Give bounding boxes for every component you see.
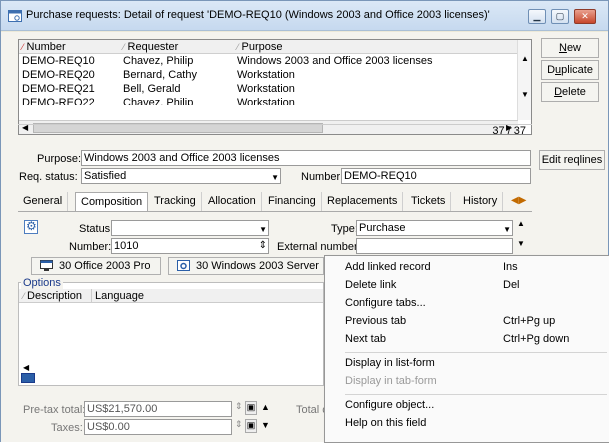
status-label: Status: [79,223,114,235]
app-window: Purchase requests: Detail of request 'DE… [0,0,609,443]
purpose-label: Purpose: [37,153,82,165]
list-status-bar: 37 / 37 [18,124,532,138]
chevron-down-icon: ▼ [271,173,279,182]
minimize-button[interactable]: ▁ [528,9,546,24]
menu-item-configure-tabs[interactable]: Configure tabs... [325,295,609,313]
tab-scroll-arrows[interactable]: ◀▶ [511,195,526,206]
menu-item-next-tab[interactable]: Next tab Ctrl+Pg down [325,331,609,349]
record-count: 37 / 37 [492,125,526,137]
tab-composition[interactable]: Composition [75,192,149,212]
table-row[interactable]: DEMO-REQ22 Chavez, Philip Workstation [19,97,518,105]
scroll-up-arrow[interactable]: ▲ [521,54,529,63]
taxes-down-arrow[interactable]: ▼ [261,420,270,430]
pretax-field: US$21,570.00 [84,401,232,417]
options-column-description[interactable]: ⁄ Description [23,290,82,302]
tab-general[interactable]: General [18,192,69,212]
delete-button[interactable]: Delete [541,82,599,102]
line-chip-office[interactable]: 30 Office 2003 Pro [31,257,161,275]
calculator-icon[interactable] [21,373,35,383]
edit-reqlines-button[interactable]: Edit reqlines [539,150,605,170]
gear-icon [177,260,190,271]
taxes-field: US$0.00 [84,419,232,435]
close-button[interactable]: ✕ [574,9,596,24]
monitor-icon [40,260,53,271]
req-status-label: Req. status: [19,171,78,183]
chevron-down-icon: ▼ [259,225,267,234]
number-label: Number: [301,171,344,183]
tab-financing[interactable]: Financing [263,192,322,212]
menu-item-delete-link[interactable]: Delete link Del [325,277,609,295]
composition-scroll-up-arrow[interactable]: ▲ [517,219,525,228]
menu-separator [345,352,607,353]
column-header-number[interactable]: ⁄ Number [22,41,66,53]
taxes-stepper-icon[interactable]: ⇕ [235,419,243,430]
options-group: ⁄ Description Language ◀ [18,282,324,386]
stepper-icon[interactable]: ⇕ [259,239,267,253]
menu-item-help-on-this-field[interactable]: Help on this field [325,415,609,433]
external-number-label: External number: [277,241,361,253]
line-chip-windows[interactable]: 30 Windows 2003 Server [168,257,324,275]
pretax-label: Pre-tax total: [23,404,86,416]
taxes-label: Taxes: [51,422,83,434]
composition-number-field[interactable]: 1010 ⇕ [111,238,269,254]
menu-item-display-in-tab-form: Display in tab-form [345,375,437,387]
menu-item-configure-object[interactable]: Configure object... [325,397,609,415]
new-button[interactable]: New [541,38,599,58]
context-menu: Add linked record Ins Delete link Del Co… [324,255,609,443]
table-row[interactable]: DEMO-REQ21 Bell, Gerald Workstation [19,83,518,96]
type-label: Type: [331,223,358,235]
currency-icon[interactable]: ▣ [245,401,257,415]
menu-item-previous-tab[interactable]: Previous tab Ctrl+Pg up [325,313,609,331]
composition-scroll-down-arrow[interactable]: ▼ [517,239,525,248]
options-legend: Options [21,277,63,289]
req-status-select[interactable]: Satisfied ▼ [81,168,281,184]
number-field[interactable]: DEMO-REQ10 [341,168,531,184]
table-row[interactable]: DEMO-REQ20 Bernard, Cathy Workstation [19,69,518,82]
list-header: ⁄ Number ⁄ Requester ⁄ Purpose [19,40,518,54]
menu-separator [345,394,607,395]
currency-stepper-icon[interactable]: ⇕ [235,401,243,412]
options-column-language[interactable]: Language [95,290,144,302]
column-header-purpose[interactable]: ⁄ Purpose [237,41,283,53]
options-header: ⁄ Description Language [19,289,323,303]
list-vertical-scrollbar[interactable]: ▲ ▼ [517,40,531,120]
maximize-button[interactable]: ▢ [551,9,569,24]
currency-icon[interactable]: ▣ [245,419,257,433]
table-row[interactable]: DEMO-REQ10 Chavez, Philip Windows 2003 a… [19,55,518,68]
tab-allocation[interactable]: Allocation [203,192,262,212]
composition-number-label: Number: [69,241,112,253]
tab-tracking[interactable]: Tracking [149,192,202,212]
type-select[interactable]: Purchase ▼ [356,220,513,236]
gear-icon[interactable] [24,219,38,234]
menu-item-display-in-list-form[interactable]: Display in list-form [325,355,609,373]
tab-replacements[interactable]: Replacements [322,192,404,212]
menu-item-add-linked-record[interactable]: Add linked record Ins [325,259,609,277]
tab-history[interactable]: History [458,192,504,212]
purpose-field[interactable]: Windows 2003 and Office 2003 licenses [81,150,531,166]
status-select[interactable]: ▼ [111,220,269,236]
scroll-down-arrow[interactable]: ▼ [521,90,529,99]
scroll-left-arrow[interactable]: ◀ [23,363,29,372]
column-header-requester[interactable]: ⁄ Requester [123,41,178,53]
window-icon [8,10,22,22]
duplicate-button[interactable]: Duplicate [541,60,599,80]
chevron-down-icon: ▼ [503,225,511,234]
pretax-up-arrow[interactable]: ▲ [261,402,270,412]
records-list[interactable]: ⁄ Number ⁄ Requester ⁄ Purpose DEMO-REQ10 C… [18,39,532,135]
window-title: Purchase requests: Detail of request 'DE… [26,9,490,21]
title-bar: Purchase requests: Detail of request 'DE… [1,1,608,31]
external-number-field[interactable] [356,238,513,254]
tab-tickets[interactable]: Tickets [406,192,452,212]
tab-strip: General Composition Tracking Allocation … [18,192,532,212]
